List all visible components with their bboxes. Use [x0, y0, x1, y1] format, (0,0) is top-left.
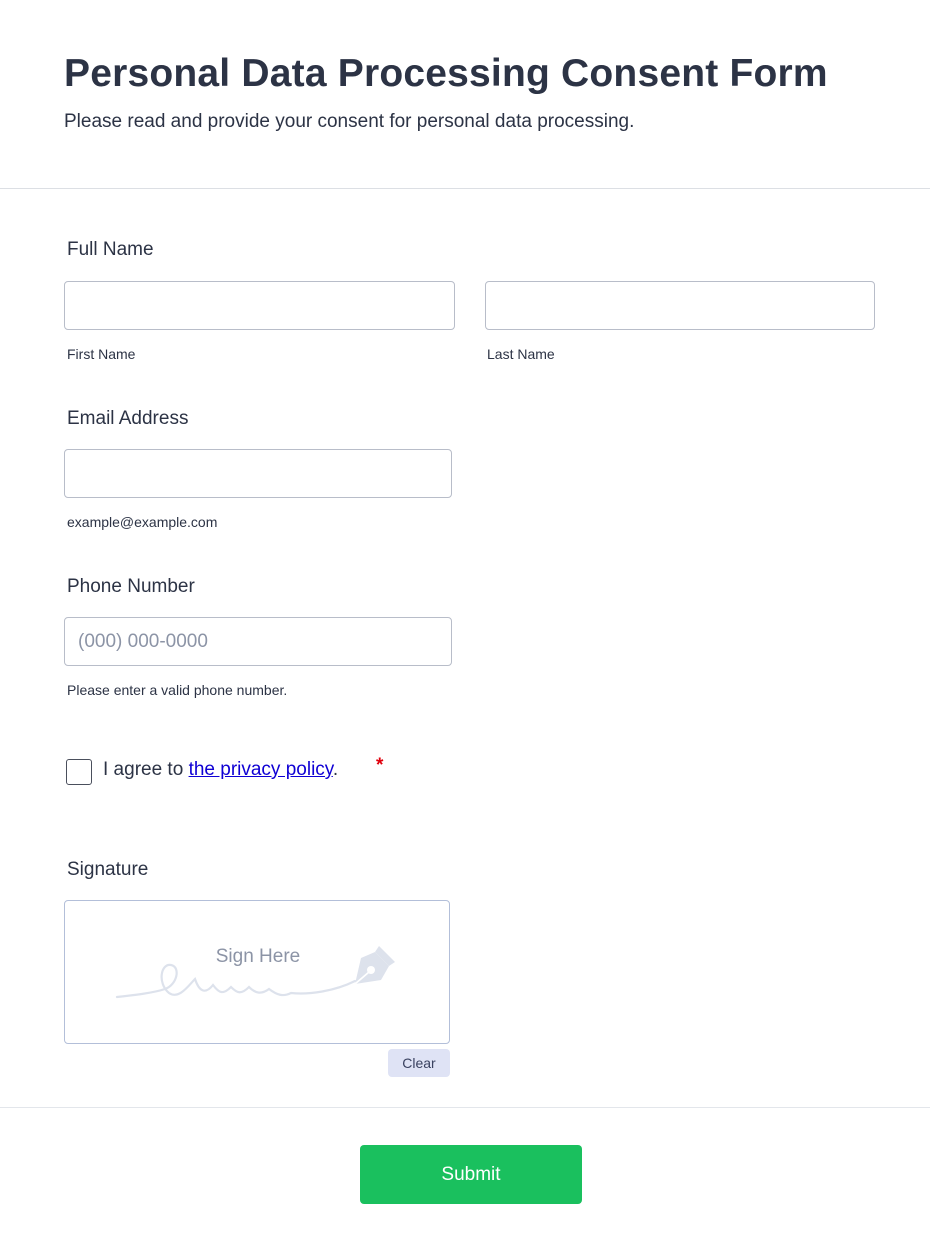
consent-checkbox[interactable]: [66, 759, 92, 785]
first-name-sublabel: First Name: [67, 346, 136, 362]
first-name-input[interactable]: [64, 281, 455, 330]
email-label: Email Address: [67, 408, 189, 429]
signature-label: Signature: [67, 859, 149, 880]
required-marker: *: [376, 755, 384, 776]
consent-text-after: .: [332, 759, 339, 780]
consent-form-page: Personal Data Processing Consent Form Pl…: [0, 0, 930, 1254]
privacy-policy-link[interactable]: the privacy policy: [189, 759, 333, 780]
footer-divider: [0, 1107, 930, 1108]
form-title: Personal Data Processing Consent Form: [64, 52, 828, 95]
submit-button[interactable]: Submit: [360, 1145, 582, 1204]
consent-text-before: I agree to: [103, 759, 189, 780]
clear-signature-button[interactable]: Clear: [388, 1049, 450, 1077]
phone-label: Phone Number: [67, 576, 195, 597]
last-name-sublabel: Last Name: [487, 346, 555, 362]
full-name-label: Full Name: [67, 239, 154, 260]
form-header: Personal Data Processing Consent Form Pl…: [0, 0, 930, 189]
email-input[interactable]: [64, 449, 452, 498]
phone-sublabel: Please enter a valid phone number.: [67, 682, 288, 698]
phone-input[interactable]: [64, 617, 452, 666]
email-sublabel: example@example.com: [67, 514, 218, 530]
sign-here-prompt: Sign Here: [215, 946, 301, 967]
form-subtitle: Please read and provide your consent for…: [64, 111, 635, 132]
signature-pad[interactable]: Sign Here: [64, 900, 450, 1044]
last-name-input[interactable]: [485, 281, 875, 330]
consent-text: I agree to the privacy policy.: [103, 759, 338, 781]
